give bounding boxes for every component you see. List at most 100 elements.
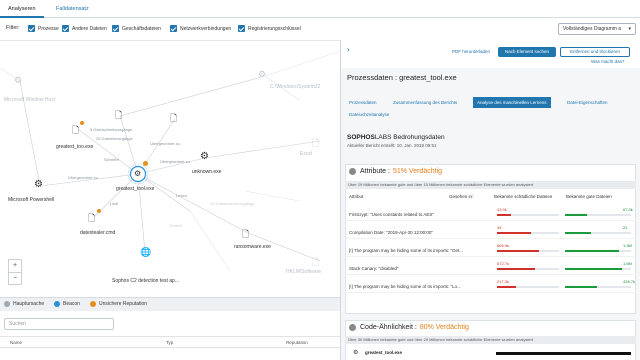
tab-analyze[interactable]: Analyseren [0,0,44,18]
report-date: Aktueller Bericht erstellt: 10. Jan. 201… [347,143,437,148]
document-icon[interactable]: 🗋 [170,111,177,127]
edge-label: 15 Dateischreibvorgänge [210,201,255,206]
attributes-title: Attribute :51% Verdächtig [349,168,442,175]
zoom-control: + − [8,259,22,285]
known-bad-count: 43.9k [497,207,507,212]
pdf-download-button[interactable]: PDF herunterladen [447,47,495,57]
known-good-count: 428.7k [623,279,636,284]
edge-label: Lesen [176,193,187,198]
checkbox-icon[interactable] [62,25,69,32]
document-icon[interactable]: 🗋 [115,108,122,124]
tab-ml-analysis[interactable]: Analyse des maschinellen Lernens [473,97,551,108]
row-divider [345,238,636,239]
column-header-name[interactable]: Name [10,340,22,345]
gear-icon[interactable]: ⚙ [200,151,209,162]
column-header-type[interactable]: Typ [166,340,173,345]
good-bar [565,232,591,234]
dot-icon [4,301,10,307]
filter-label: Filter: [6,25,20,31]
node-datestealer-label: datestealer.cmd [80,230,116,236]
document-icon[interactable]: 🗋 [72,123,79,139]
zoom-out-button[interactable]: − [9,272,21,284]
dot-icon [54,301,60,307]
bad-bar [497,214,511,216]
column-known-good: Bekannte gute Dateien [566,194,612,199]
search-element-button[interactable]: Nach Element suchen [498,47,556,57]
node-faded-label: Microsoft Window Host [4,97,56,103]
document-icon[interactable]: 🗋 [88,211,95,227]
known-good-count: 22 [623,225,628,230]
known-bad-count: 665.9k [497,243,510,248]
code-similarity-verdict: 80% Verdächtig [419,324,469,331]
bad-bar [497,268,535,270]
tab-report-summary[interactable]: Zusammenfassung des Berichts [389,97,461,108]
checkbox-icon[interactable] [28,25,35,32]
collapse-icon[interactable] [349,168,356,175]
details-panel: › PDF herunterladen Nach Element suchen … [341,40,640,360]
gear-icon: ⚙ [353,350,359,356]
column-attribute: Attribut [349,194,364,199]
remove-block-button[interactable]: Entfernen und blockieren [560,47,630,57]
document-icon[interactable]: 🗋 [312,136,319,152]
gear-icon[interactable]: ⚙ [14,75,22,86]
filter-registry[interactable]: Registrierungsschlüssel [238,24,301,33]
filter-other-files[interactable]: Andere Dateien [62,24,107,33]
filter-processes[interactable]: Prozesse [28,24,59,33]
checkbox-icon[interactable] [238,25,245,32]
dot-icon [90,301,96,307]
tab-case-dataset[interactable]: Falldatensatz [48,0,97,18]
bad-bar [497,250,539,252]
tab-file-timeline[interactable]: Dateiuchzeitanalyse [345,109,393,120]
column-seen-in: Gesehen in: [449,194,474,199]
known-bad-count: 217.3k [497,279,510,284]
chevron-right-icon[interactable]: › [347,45,350,54]
row-divider [345,256,636,257]
graph-edges [0,50,340,272]
edge-label: Lädt [110,201,118,206]
attribute-label: [!] The program may be hiding some of it… [349,248,464,253]
known-good-count: 1.6M [623,261,632,266]
gear-icon[interactable]: ⚙ [258,69,266,80]
tab-file-properties[interactable]: Datei-Eigenschaften [563,97,612,108]
checkbox-icon[interactable] [112,25,119,32]
filter-network[interactable]: Netzwerkverbindungen [170,24,231,33]
attribute-label: Compilation Date: "2018-Apr-30 12:00:00" [349,230,433,235]
center-node-label: greatest_tool.exe [116,186,155,192]
bad-bar [497,286,516,288]
collapse-icon[interactable] [349,324,356,331]
filter-bar: Filter: Prozesse Andere Dateien Geschäft… [0,18,640,40]
details-toolbar: › PDF herunterladen Nach Element suchen … [341,40,640,68]
known-good-count: 67.3k [623,207,633,212]
legend-unsafe-reputation: Unsichere Reputation [90,301,147,307]
code-similarity-title: Code-Ähnlichkeit :80% Verdächtig [349,324,469,331]
zoom-in-button[interactable]: + [9,260,21,272]
chevron-down-icon: ▾ [628,26,631,32]
checkbox-icon[interactable] [170,25,177,32]
edge-label: Schreibt [104,157,119,162]
what-does-this-link[interactable]: Was macht das? [591,59,624,64]
edge-label: 26 Dateieisvorgänge [96,136,133,141]
attributes-verdict: 51% Verdächtig [392,168,443,175]
filter-business-files[interactable]: Geschäftsdateien [112,24,161,33]
process-graph[interactable]: ⚙ greatest_tool.exe ⚙ Microsoft Powershe… [0,40,340,297]
gear-icon[interactable]: ⚙ [134,169,141,178]
column-known-bad: Bekannte schädliche Dateien [494,194,553,199]
warning-badge-icon [97,209,101,213]
node-ransomware-label: ransomware.exe [234,244,271,250]
page-title: Prozessdaten : greatest_tool.exe [347,73,457,82]
graph-legend: Hauptursache Beacon Unsichere Reputation [0,297,340,311]
document-icon[interactable]: 🗋 [242,227,249,243]
tab-process-data[interactable]: Prozessdaten [345,97,381,108]
globe-icon[interactable]: 🌐 [140,247,151,258]
search-input[interactable]: Suchen [4,318,114,330]
node-unknown-label: unknown.exe [192,169,222,175]
gears-icon[interactable]: ⚙ [34,179,43,190]
column-header-reputation[interactable]: Reputation [286,340,308,345]
warning-badge-icon [80,121,84,125]
warning-badge-icon [143,161,148,166]
code-similarity-note: Über 30 Millionen bekannte gute und über… [345,336,636,344]
diagram-view-select[interactable]: Vollständiges Diagramm a ▾ [558,23,636,35]
row-divider [345,274,636,275]
node-faded-label: HKLM\Software [286,269,322,275]
table-header: Name Typ Reputation [0,336,340,348]
